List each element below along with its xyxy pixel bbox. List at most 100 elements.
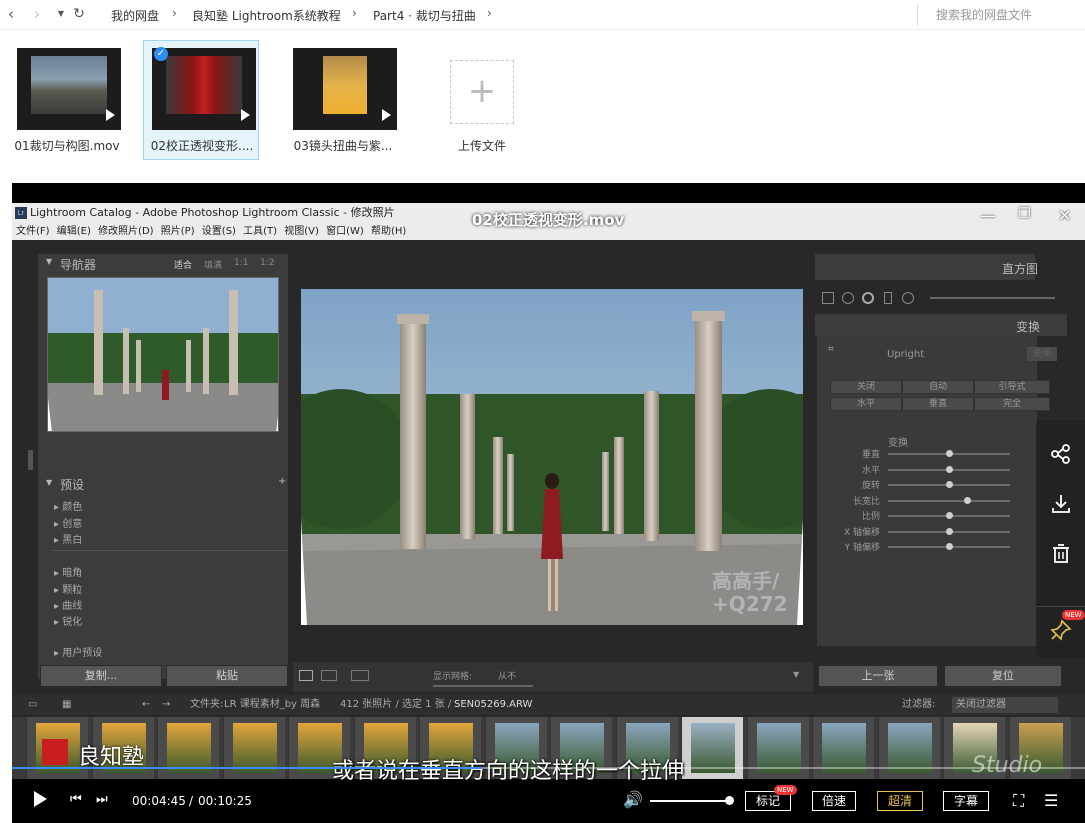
slider-knob[interactable] bbox=[946, 465, 953, 473]
zoom-1-2[interactable]: 1:2 bbox=[260, 258, 274, 268]
menu-tools[interactable]: 工具(T) bbox=[243, 223, 277, 240]
minimize-icon[interactable]: — bbox=[980, 206, 996, 225]
fullscreen-icon[interactable]: ⛶ bbox=[1013, 791, 1024, 811]
playlist-icon[interactable]: ☰ bbox=[1044, 791, 1058, 810]
breadcrumb-root[interactable]: 我的网盘 bbox=[111, 7, 159, 24]
grid-view-icon[interactable]: ▦ bbox=[62, 695, 71, 715]
breadcrumb-folder[interactable]: 良知塾 Lightroom系统教程 bbox=[192, 7, 341, 24]
spot-removal-icon[interactable] bbox=[842, 292, 854, 304]
slider-knob[interactable] bbox=[946, 512, 953, 519]
previous-button[interactable]: 上一张 bbox=[818, 665, 938, 687]
menu-develop[interactable]: 修改照片(D) bbox=[98, 223, 154, 240]
volume-icon[interactable]: 🔊 bbox=[623, 790, 643, 809]
copy-settings-button[interactable]: 复制... bbox=[40, 665, 162, 687]
file-item[interactable]: 03镜头扭曲与紫... bbox=[284, 40, 400, 160]
brush-slider[interactable] bbox=[930, 297, 1055, 299]
menu-help[interactable]: 帮助(H) bbox=[371, 223, 406, 240]
preset-group[interactable]: ▸ 用户预设 bbox=[54, 644, 102, 659]
preset-group[interactable]: ▸ 创意 bbox=[54, 515, 82, 530]
history-dropdown-icon[interactable]: ▼ bbox=[52, 5, 70, 23]
download-icon[interactable] bbox=[1036, 488, 1085, 528]
slider-knob[interactable] bbox=[946, 543, 953, 550]
upright-full-segment[interactable]: 完全 bbox=[974, 397, 1050, 411]
quality-button[interactable]: 超清 bbox=[877, 791, 923, 811]
back-icon[interactable]: ‹ bbox=[2, 5, 20, 23]
filmstrip-thumbnail[interactable] bbox=[157, 717, 219, 779]
reset-button[interactable]: 复位 bbox=[944, 665, 1062, 687]
prev-arrow-icon[interactable]: ← bbox=[142, 695, 150, 715]
before-after-icon[interactable] bbox=[351, 670, 369, 681]
radial-filter-icon[interactable] bbox=[902, 292, 914, 304]
upload-plus-icon[interactable]: + bbox=[450, 60, 514, 124]
menu-window[interactable]: 窗口(W) bbox=[326, 223, 364, 240]
left-panel-toggle[interactable] bbox=[28, 450, 33, 470]
compare-view-icon[interactable] bbox=[321, 670, 337, 681]
collapse-triangle-icon[interactable]: ▼ bbox=[46, 257, 52, 266]
progress-bar[interactable] bbox=[12, 767, 1085, 769]
forward-icon[interactable]: › bbox=[28, 5, 46, 23]
upright-off-button[interactable]: 关闭 bbox=[1027, 347, 1057, 361]
file-item-selected[interactable]: ✓ 02校正透视变形.... bbox=[143, 40, 259, 160]
upright-tool-icon[interactable]: ⌗ bbox=[828, 344, 834, 355]
add-preset-icon[interactable]: + bbox=[278, 476, 286, 487]
upright-auto-segment[interactable]: 自动 bbox=[902, 380, 974, 394]
preset-group[interactable]: ▸ 黑白 bbox=[54, 531, 82, 546]
close-icon[interactable]: ✕ bbox=[1058, 206, 1071, 225]
upright-off-segment[interactable]: 关闭 bbox=[830, 380, 902, 394]
filmstrip-thumbnail[interactable] bbox=[746, 717, 809, 779]
preset-group[interactable]: ▸ 锐化 bbox=[54, 613, 82, 628]
upright-vertical-segment[interactable]: 垂直 bbox=[902, 397, 974, 411]
collapse-triangle-icon[interactable]: ▼ bbox=[46, 478, 52, 487]
menu-view[interactable]: 视图(V) bbox=[284, 223, 319, 240]
speed-button[interactable]: 倍速 bbox=[812, 791, 856, 811]
zoom-1-1[interactable]: 1:1 bbox=[234, 258, 248, 268]
volume-knob[interactable] bbox=[725, 796, 734, 805]
play-icon[interactable] bbox=[34, 791, 47, 807]
slider-knob[interactable] bbox=[946, 481, 953, 488]
upload-label[interactable]: 上传文件 bbox=[440, 137, 524, 154]
filmstrip-thumbnail[interactable] bbox=[681, 717, 743, 779]
filmstrip-thumbnail[interactable] bbox=[222, 717, 285, 779]
navigator-preview[interactable] bbox=[47, 277, 279, 432]
breadcrumb-current[interactable]: Part4 · 裁切与扭曲 bbox=[373, 7, 476, 24]
preset-group[interactable]: ▸ 曲线 bbox=[54, 597, 82, 612]
video-player[interactable]: Lr Lightroom Catalog - Adobe Photoshop L… bbox=[12, 183, 1085, 823]
subtitles-button[interactable]: 字幕 bbox=[943, 791, 989, 811]
slider-knob[interactable] bbox=[964, 496, 972, 504]
next-arrow-icon[interactable]: → bbox=[162, 695, 170, 715]
selected-filename[interactable]: SEN05269.ARW bbox=[454, 695, 532, 715]
previous-icon[interactable]: ⏮ bbox=[70, 792, 82, 807]
menu-file[interactable]: 文件(F) bbox=[16, 223, 50, 240]
red-eye-icon[interactable] bbox=[862, 292, 874, 304]
next-icon[interactable]: ⏭ bbox=[96, 792, 108, 807]
zoom-fit[interactable]: 适合 bbox=[174, 258, 192, 271]
upright-guided-segment[interactable]: 引导式 bbox=[974, 380, 1050, 394]
filter-select[interactable]: 关闭过滤器 bbox=[952, 697, 1058, 713]
file-item[interactable]: 01裁切与构图.mov bbox=[8, 40, 124, 160]
filmstrip-thumbnail[interactable] bbox=[812, 717, 874, 779]
toolbar-menu-icon[interactable]: ▼ bbox=[793, 670, 799, 679]
loupe-view-icon[interactable] bbox=[299, 670, 313, 681]
filmstrip-thumbnail[interactable] bbox=[877, 717, 940, 779]
preset-group[interactable]: ▸ 颗粒 bbox=[54, 581, 82, 596]
slider-knob[interactable] bbox=[946, 527, 953, 535]
restore-icon[interactable]: ❐ bbox=[1018, 206, 1031, 222]
volume-slider[interactable] bbox=[650, 796, 734, 805]
secondary-display-icon[interactable]: ▭ bbox=[28, 695, 37, 715]
search-input[interactable]: 搜索我的网盘文件 bbox=[917, 4, 1077, 26]
paste-settings-button[interactable]: 粘贴 bbox=[166, 665, 288, 687]
upright-level-segment[interactable]: 水平 bbox=[830, 397, 902, 411]
slider-knob[interactable] bbox=[946, 450, 953, 457]
slider-track[interactable] bbox=[888, 499, 1010, 502]
checkmark-icon[interactable]: ✓ bbox=[154, 47, 168, 61]
grid-overlay-select[interactable]: 从不 bbox=[498, 669, 516, 682]
zoom-fill[interactable]: 填满 bbox=[204, 258, 222, 271]
crop-tool-icon[interactable] bbox=[822, 292, 834, 304]
grid-size-slider[interactable] bbox=[433, 685, 533, 687]
menu-settings[interactable]: 设置(S) bbox=[202, 223, 236, 240]
trash-icon[interactable] bbox=[1036, 538, 1085, 578]
refresh-icon[interactable]: ↻ bbox=[70, 5, 88, 23]
preset-group[interactable]: ▸ 暗角 bbox=[54, 564, 82, 579]
pin-icon[interactable] bbox=[1036, 614, 1085, 654]
menu-edit[interactable]: 编辑(E) bbox=[57, 223, 91, 240]
